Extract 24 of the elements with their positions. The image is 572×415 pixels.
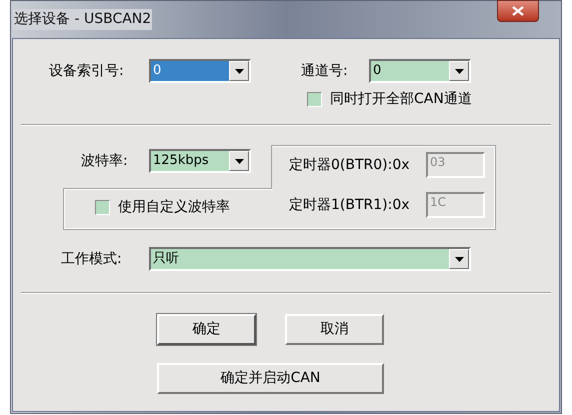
caret-icon: [229, 151, 249, 171]
dropdown[interactable]: 0: [149, 59, 251, 83]
start-button[interactable]: 确定并启动CAN: [157, 363, 384, 394]
checkbox[interactable]: [95, 200, 110, 215]
dropdown[interactable]: 只听: [149, 247, 471, 271]
checkbox-label: 使用自定义波特率: [118, 198, 230, 217]
field-label: 通道号:: [301, 62, 349, 80]
caret-icon: [229, 61, 249, 81]
close-icon: [512, 6, 524, 16]
dialog-button[interactable]: 取消: [285, 314, 384, 345]
field-label: 波特率:: [81, 152, 129, 170]
close-button[interactable]: [497, 0, 539, 22]
window-title: 选择设备 - USBCAN2: [13, 9, 152, 30]
caret-icon: [449, 249, 469, 269]
field-label: 定时器1(BTR1):0x: [289, 196, 411, 214]
caret-icon: [449, 61, 469, 81]
field-label: 工作模式:: [61, 250, 123, 268]
dialog-button[interactable]: 确定: [157, 314, 256, 345]
dropdown[interactable]: 125kbps: [149, 149, 251, 173]
field-label: 设备索引号:: [49, 62, 125, 80]
dropdown[interactable]: 0: [369, 59, 471, 83]
checkbox-label: 同时打开全部CAN通道: [330, 90, 472, 109]
checkbox[interactable]: [307, 92, 322, 107]
field-label: 定时器0(BTR0):0x: [289, 156, 411, 174]
